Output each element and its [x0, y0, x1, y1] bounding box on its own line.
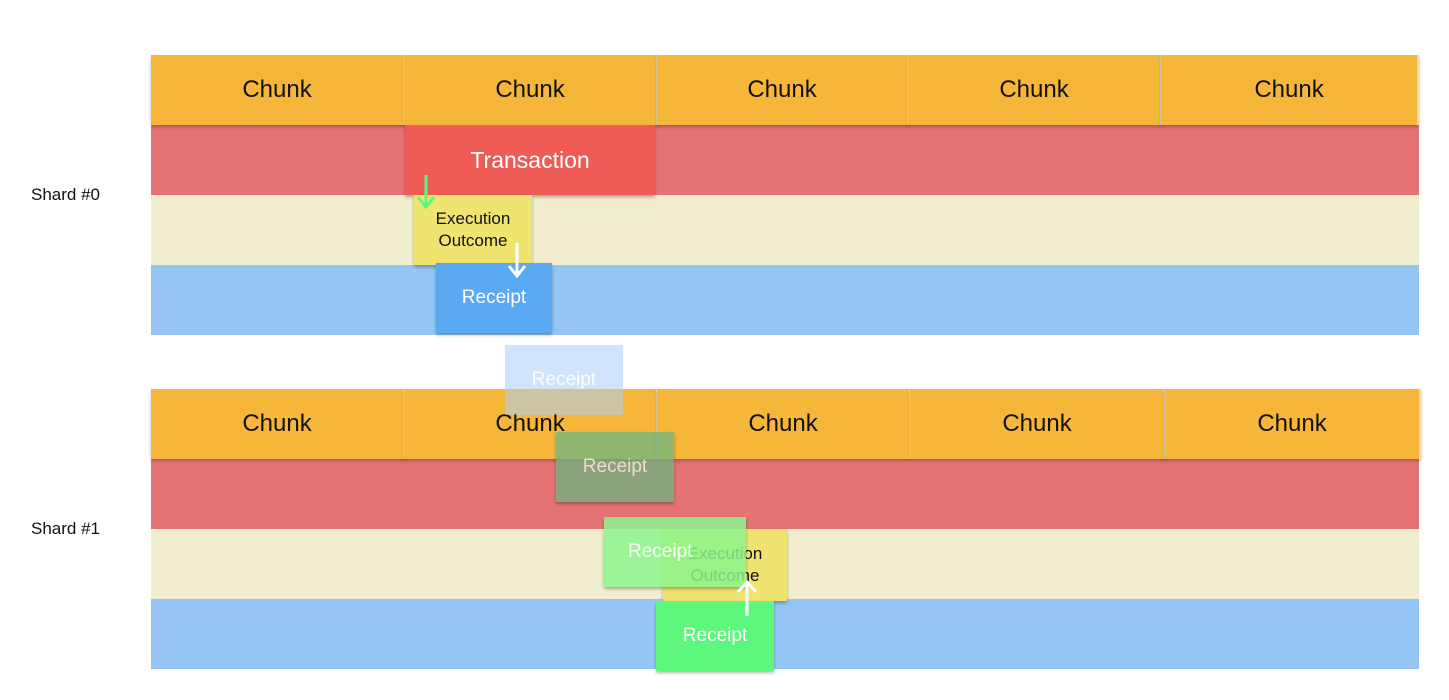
shard-1-chunk-1: Chunk — [151, 389, 405, 459]
receipt-transit-2: Receipt — [556, 432, 674, 502]
shard-1-label: Shard #1 — [31, 519, 100, 538]
shard-0-transaction-band — [151, 125, 1419, 195]
shard-1-chunk-3: Chunk — [657, 389, 911, 459]
shard-0-receipt: Receipt — [436, 263, 552, 333]
shard-0-chunk-3: Chunk — [657, 55, 909, 125]
shard-1-receipt-band — [151, 599, 1419, 669]
white-up-arrow-icon — [736, 579, 758, 616]
shard-0-chunk-2: Chunk — [404, 55, 658, 125]
shard-1-chunk-5: Chunk — [1165, 389, 1421, 459]
shard-0-chunk-5: Chunk — [1161, 55, 1419, 125]
shard-0-chunk-1: Chunk — [151, 55, 405, 125]
shard-1-chunk-4: Chunk — [910, 389, 1166, 459]
shard-0-chunk-4: Chunk — [908, 55, 1162, 125]
white-down-arrow-icon — [507, 243, 527, 279]
shard-0-transaction: Transaction — [405, 125, 655, 195]
shard-1-transaction-band — [151, 459, 1419, 529]
shard-0-outcome-band — [151, 195, 1419, 265]
receipt-transit-3: Receipt — [604, 517, 746, 587]
receipt-transit-1: Receipt — [505, 345, 623, 415]
shard-0-label: Shard #0 — [31, 185, 100, 204]
shard-0-receipt-band — [151, 265, 1419, 335]
green-down-arrow-icon — [416, 175, 436, 210]
